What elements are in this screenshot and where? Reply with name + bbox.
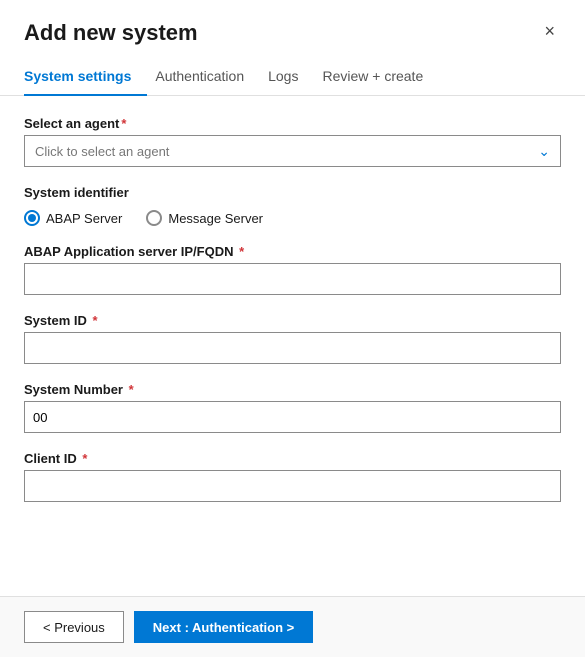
system-id-field-group: System ID * xyxy=(24,313,561,364)
system-identifier-label: System identifier xyxy=(24,185,561,200)
radio-group: ABAP Server Message Server xyxy=(24,210,561,226)
client-id-label: Client ID * xyxy=(24,451,561,466)
agent-placeholder: Click to select an agent xyxy=(35,144,169,159)
tab-review-create[interactable]: Review + create xyxy=(322,60,439,96)
system-id-input[interactable] xyxy=(24,332,561,364)
radio-circle-abap xyxy=(24,210,40,226)
tab-authentication[interactable]: Authentication xyxy=(155,60,260,96)
radio-abap-label: ABAP Server xyxy=(46,211,122,226)
radio-message-label: Message Server xyxy=(168,211,263,226)
system-number-field-group: System Number * xyxy=(24,382,561,433)
tab-system-settings[interactable]: System settings xyxy=(24,60,147,96)
dialog-title: Add new system xyxy=(24,20,198,46)
agent-label: Select an agent* xyxy=(24,116,561,131)
dialog-header: Add new system × xyxy=(0,0,585,46)
client-id-field-group: Client ID * xyxy=(24,451,561,502)
radio-circle-message xyxy=(146,210,162,226)
system-id-label: System ID * xyxy=(24,313,561,328)
system-number-label: System Number * xyxy=(24,382,561,397)
client-id-input[interactable] xyxy=(24,470,561,502)
abap-ip-label: ABAP Application server IP/FQDN * xyxy=(24,244,561,259)
abap-ip-input[interactable] xyxy=(24,263,561,295)
tab-bar: System settings Authentication Logs Revi… xyxy=(0,46,585,96)
close-button[interactable]: × xyxy=(538,20,561,42)
system-number-input[interactable] xyxy=(24,401,561,433)
tab-logs[interactable]: Logs xyxy=(268,60,314,96)
abap-ip-field-group: ABAP Application server IP/FQDN * xyxy=(24,244,561,295)
system-identifier-group: System identifier ABAP Server Message Se… xyxy=(24,185,561,226)
dialog-footer: < Previous Next : Authentication > xyxy=(0,596,585,657)
chevron-down-icon: ⌄ xyxy=(538,143,550,160)
agent-dropdown[interactable]: Click to select an agent ⌄ xyxy=(24,135,561,167)
agent-field-group: Select an agent* Click to select an agen… xyxy=(24,116,561,167)
previous-button[interactable]: < Previous xyxy=(24,611,124,643)
add-new-system-dialog: Add new system × System settings Authent… xyxy=(0,0,585,657)
next-button[interactable]: Next : Authentication > xyxy=(134,611,313,643)
radio-abap[interactable]: ABAP Server xyxy=(24,210,122,226)
radio-message[interactable]: Message Server xyxy=(146,210,263,226)
dialog-body: Select an agent* Click to select an agen… xyxy=(0,96,585,596)
